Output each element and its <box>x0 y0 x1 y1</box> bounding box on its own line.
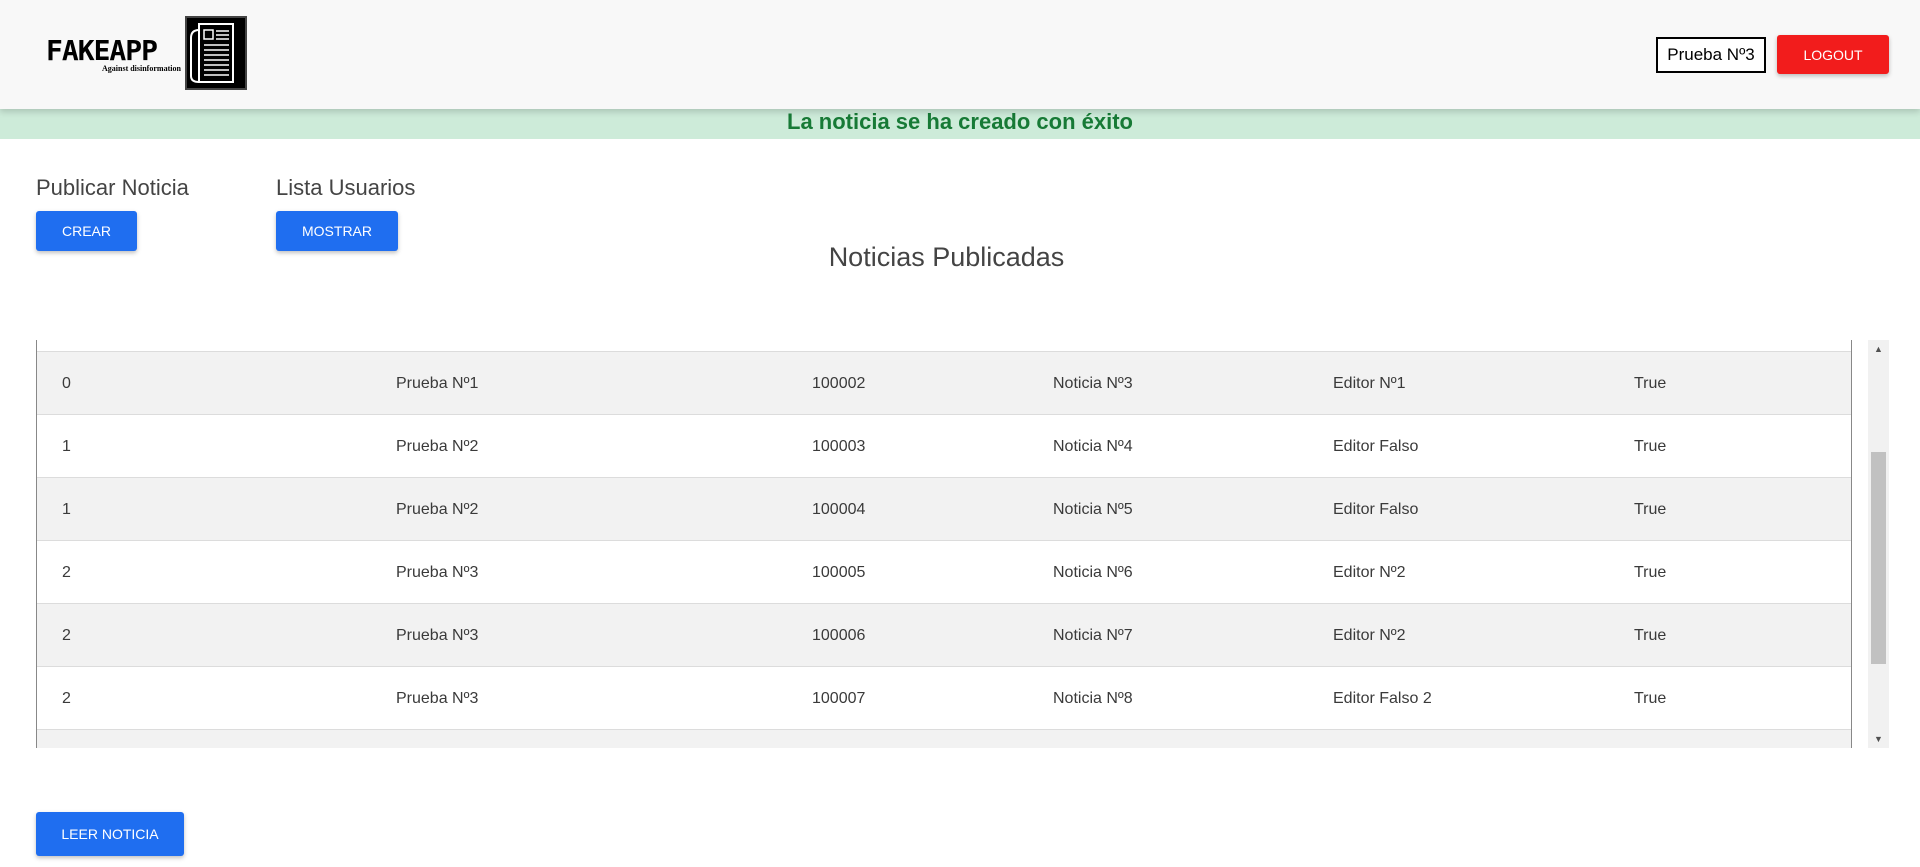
read-news-button[interactable]: LEER NOTICIA <box>36 812 184 856</box>
success-flash-message: La noticia se ha creado con éxito <box>0 109 1920 139</box>
table-row[interactable]: 2 Prueba Nº3 100005 Noticia Nº6 Editor Nº2 Tr… <box>37 541 1851 604</box>
table-row[interactable] <box>37 730 1851 748</box>
table-scrollbar[interactable]: ▲ ▼ <box>1868 340 1889 748</box>
table-cell: Prueba Nº2 <box>396 438 479 455</box>
table-cell: True <box>1634 438 1667 455</box>
table-cell: 100005 <box>812 564 866 581</box>
table-row[interactable]: 2 Prueba Nº3 100007 Noticia Nº8 Editor Falso… <box>37 667 1851 730</box>
table-row[interactable]: 1 Prueba Nº2 100003 Noticia Nº4 Editor Falso… <box>37 415 1851 478</box>
table-cell: Editor Falso <box>1333 501 1419 518</box>
table-cell: True <box>1634 627 1667 644</box>
table-cell: Prueba Nº3 <box>396 564 479 581</box>
table-cell: 0 <box>62 375 71 392</box>
logout-button[interactable]: LOGOUT <box>1777 35 1889 74</box>
table-cell: Noticia Nº5 <box>1053 501 1133 518</box>
table-cell: True <box>1634 564 1667 581</box>
table-cell: Noticia Nº7 <box>1053 627 1133 644</box>
table-cell: 1 <box>62 438 71 455</box>
scrollbar-thumb[interactable] <box>1871 452 1886 664</box>
table-row[interactable]: 2 Prueba Nº3 100006 Noticia Nº7 Editor Nº2 Tr… <box>37 604 1851 667</box>
table-cell: Noticia Nº8 <box>1053 690 1133 707</box>
current-user-badge: Prueba Nº3 <box>1656 37 1766 73</box>
table-cell: Editor Nº2 <box>1333 627 1406 644</box>
news-table-body: 0 Prueba Nº1 100002 Noticia Nº3 Editor Nº1 Tr… <box>36 340 1852 748</box>
table-cell: Noticia Nº6 <box>1053 564 1133 581</box>
table-cell: Editor Falso <box>1333 438 1419 455</box>
app-logo[interactable]: FAKEAPP Against disinformation <box>46 16 248 92</box>
table-cell: 2 <box>62 564 71 581</box>
table-cell: True <box>1634 690 1667 707</box>
table-cell: 100003 <box>812 438 866 455</box>
table-row[interactable]: 0 Prueba Nº1 100002 Noticia Nº3 Editor Nº1 Tr… <box>37 352 1851 415</box>
user-list-label: Lista Usuarios <box>276 175 416 200</box>
news-table[interactable]: 0 Prueba Nº1 100002 Noticia Nº3 Editor Nº1 Tr… <box>36 340 1889 748</box>
table-cell: Prueba Nº2 <box>396 501 479 518</box>
table-row[interactable]: 1 Prueba Nº2 100004 Noticia Nº5 Editor Falso… <box>37 478 1851 541</box>
scroll-down-arrow-icon[interactable]: ▼ <box>1868 730 1889 748</box>
table-cell: Prueba Nº3 <box>396 690 479 707</box>
table-row[interactable] <box>37 340 1851 352</box>
table-cell: Editor Falso 2 <box>1333 690 1432 707</box>
table-cell: Editor Nº2 <box>1333 564 1406 581</box>
scroll-up-arrow-icon[interactable]: ▲ <box>1868 340 1889 358</box>
publish-news-label: Publicar Noticia <box>36 175 189 200</box>
table-cell: Prueba Nº3 <box>396 627 479 644</box>
table-cell: 2 <box>62 690 71 707</box>
table-cell: Editor Nº1 <box>1333 375 1406 392</box>
page-title: Noticias Publicadas <box>828 242 1065 272</box>
table-cell: Prueba Nº1 <box>396 375 479 392</box>
top-header: FAKEAPP Against disinformation Prueba Nº… <box>0 0 1920 109</box>
newspaper-icon <box>185 16 247 90</box>
table-cell: Noticia Nº3 <box>1053 375 1133 392</box>
table-cell: 100007 <box>812 690 866 707</box>
logo-text: FAKEAPP <box>46 34 158 67</box>
table-cell: 100004 <box>812 501 866 518</box>
table-cell: 2 <box>62 627 71 644</box>
table-cell: 100002 <box>812 375 866 392</box>
table-cell: True <box>1634 375 1667 392</box>
table-cell: True <box>1634 501 1667 518</box>
table-cell: 1 <box>62 501 71 518</box>
logo-tagline: Against disinformation <box>102 64 181 73</box>
table-cell: 100006 <box>812 627 866 644</box>
table-cell: Noticia Nº4 <box>1053 438 1133 455</box>
